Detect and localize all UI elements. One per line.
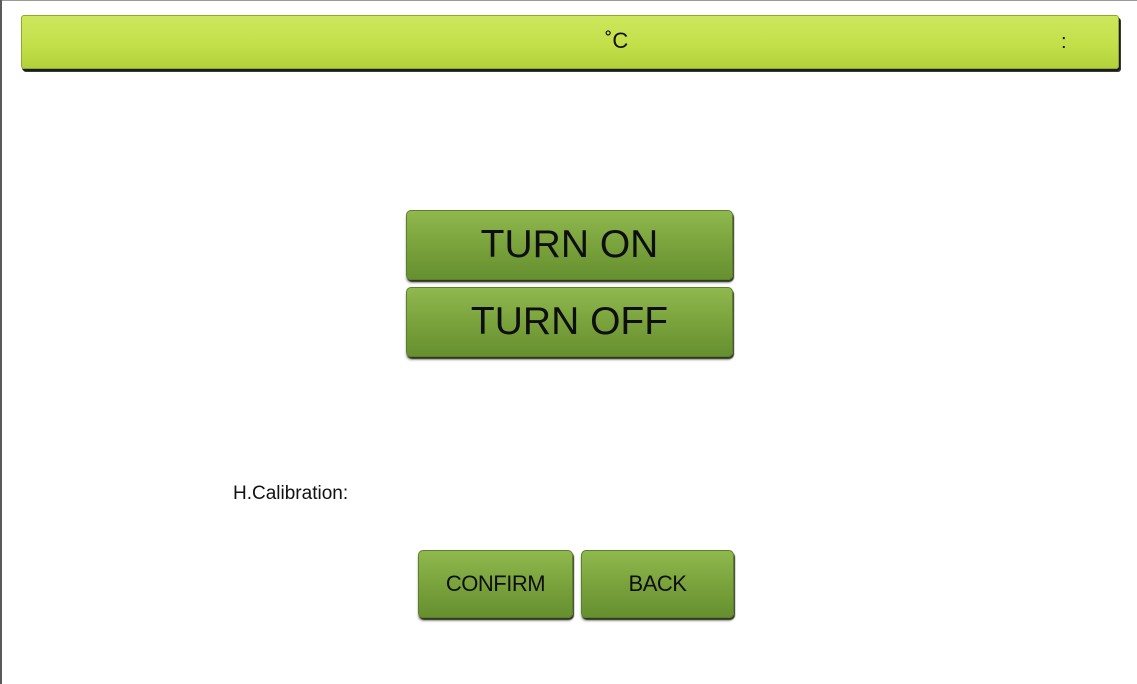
back-button[interactable]: BACK (581, 550, 734, 618)
temperature-readout: ˚C (605, 28, 629, 53)
turn-on-button[interactable]: TURN ON (406, 210, 733, 280)
h-calibration-label: H.Calibration: (233, 483, 349, 504)
frame-left-border (0, 0, 2, 684)
status-bar: ˚C : (21, 15, 1119, 69)
clock-readout: : (1061, 31, 1067, 53)
frame-top-border (0, 0, 1137, 1)
turn-off-button[interactable]: TURN OFF (406, 287, 733, 357)
confirm-button[interactable]: CONFIRM (418, 550, 573, 618)
